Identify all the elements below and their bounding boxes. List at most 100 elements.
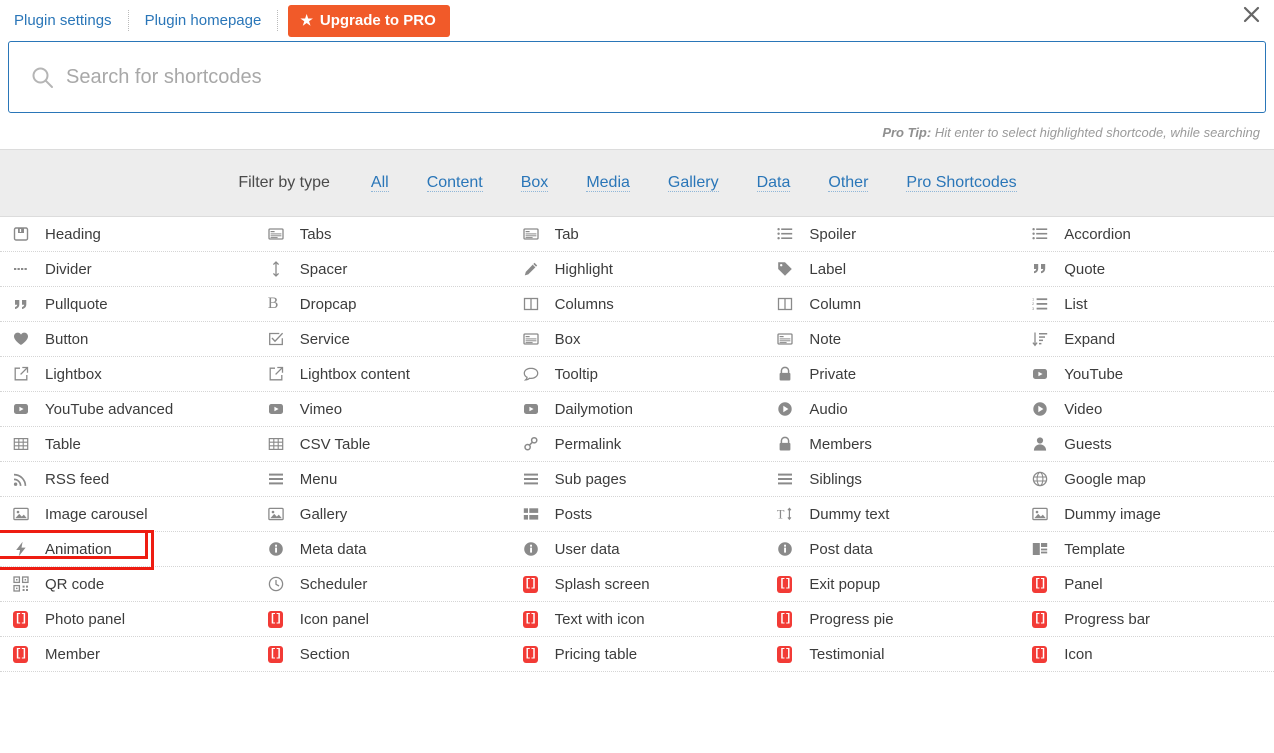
filter-link-box[interactable]: Box — [520, 174, 549, 192]
shortcode-item-testimonial[interactable]: [] Testimonial — [764, 637, 1019, 671]
shortcode-item-photo-panel[interactable]: [] Photo panel — [0, 602, 255, 636]
filter-link-media[interactable]: Media — [586, 174, 630, 192]
shortcode-item-button[interactable]: Button — [0, 322, 255, 356]
shortcode-item-member[interactable]: [] Member — [0, 637, 255, 671]
close-icon[interactable] — [1237, 0, 1265, 28]
shortcode-item-animation-highlighted[interactable]: Animation — [0, 530, 255, 570]
shortcode-item-lightbox-content[interactable]: Lightbox content — [255, 357, 510, 391]
pro-badge-icon: [] — [522, 645, 545, 663]
shortcode-item-pricing-table[interactable]: [] Pricing table — [510, 637, 765, 671]
shortcode-item-members[interactable]: Members — [764, 427, 1019, 461]
filter-link-all[interactable]: All — [370, 174, 389, 192]
shortcode-item-spacer[interactable]: Spacer — [255, 252, 510, 286]
shortcode-item-section[interactable]: [] Section — [255, 637, 510, 671]
shortcode-item-private[interactable]: Private — [764, 357, 1019, 391]
upgrade-button-label: Upgrade to PRO — [319, 11, 436, 29]
plugin-homepage-link[interactable]: Plugin homepage — [139, 12, 268, 29]
filter-link-content[interactable]: Content — [426, 174, 483, 192]
shortcode-item-permalink[interactable]: Permalink — [510, 427, 765, 461]
shortcode-item-meta-data[interactable]: Meta data — [255, 532, 510, 566]
shortcode-item-template[interactable]: Template — [1019, 532, 1274, 566]
heart-icon — [13, 331, 35, 347]
filter-link-data[interactable]: Data — [756, 174, 791, 192]
svg-text:3: 3 — [1032, 306, 1035, 311]
shortcode-item-gallery[interactable]: Gallery — [255, 497, 510, 531]
shortcode-item-exit-popup[interactable]: [] Exit popup — [764, 567, 1019, 601]
user-icon — [1032, 436, 1054, 452]
filter-link-pro-shortcodes[interactable]: Pro Shortcodes — [906, 174, 1017, 192]
shortcode-item-label: Service — [299, 330, 350, 348]
shortcode-item-table[interactable]: Table — [0, 427, 255, 461]
shortcode-item-icon[interactable]: [] Icon — [1019, 637, 1274, 671]
upgrade-to-pro-button[interactable]: ★ Upgrade to PRO — [288, 4, 450, 37]
shortcode-item-audio[interactable]: Audio — [764, 392, 1019, 426]
shortcode-item-label: Accordion — [1064, 225, 1131, 243]
shortcode-item-list[interactable]: 1 2 3 List — [1019, 287, 1274, 321]
clock-icon — [268, 576, 290, 592]
shortcode-item-tooltip[interactable]: Tooltip — [510, 357, 765, 391]
shortcode-item-rss-feed[interactable]: RSS feed — [0, 462, 255, 496]
shortcode-item-icon-panel[interactable]: [] Icon panel — [255, 602, 510, 636]
info-icon — [268, 541, 290, 557]
shortcode-item-heading[interactable]: Heading — [0, 217, 255, 251]
shortcode-item-pullquote[interactable]: Pullquote — [0, 287, 255, 321]
search-box[interactable] — [8, 41, 1266, 113]
shortcode-item-tab[interactable]: Tab — [510, 217, 765, 251]
shortcode-item-siblings[interactable]: Siblings — [764, 462, 1019, 496]
plugin-settings-link[interactable]: Plugin settings — [8, 12, 118, 29]
tab-icon — [522, 226, 545, 242]
shortcode-item-youtube[interactable]: YouTube — [1019, 357, 1274, 391]
shortcode-item-google-map[interactable]: Google map — [1019, 462, 1274, 496]
pro-badge-icon: [] — [777, 645, 799, 663]
pro-badge-icon: [] — [777, 575, 799, 593]
shortcode-item-image-carousel[interactable]: Image carousel — [0, 497, 255, 531]
shortcode-item-csv-table[interactable]: CSV Table — [255, 427, 510, 461]
shortcode-item-dummy-text[interactable]: T Dummy text — [764, 497, 1019, 531]
shortcode-item-label: QR code — [45, 575, 105, 593]
shortcode-item-progress-bar[interactable]: [] Progress bar — [1019, 602, 1274, 636]
shortcode-item-menu[interactable]: Menu — [255, 462, 510, 496]
shortcode-item-posts[interactable]: Posts — [510, 497, 765, 531]
search-input[interactable] — [64, 64, 1265, 90]
shortcode-item-accordion[interactable]: Accordion — [1019, 217, 1274, 251]
shortcode-item-dailymotion[interactable]: Dailymotion — [510, 392, 765, 426]
filter-link-other[interactable]: Other — [828, 174, 869, 192]
shortcode-item-spoiler[interactable]: Spoiler — [764, 217, 1019, 251]
shortcode-item-quote[interactable]: Quote — [1019, 252, 1274, 286]
shortcode-item-columns[interactable]: Columns — [510, 287, 765, 321]
shortcode-item-dropcap[interactable]: B Dropcap — [255, 287, 510, 321]
shortcode-item-sub-pages[interactable]: Sub pages — [510, 462, 765, 496]
shortcode-item-label: Progress bar — [1064, 610, 1151, 628]
shortcode-item-youtube-advanced[interactable]: YouTube advanced — [0, 392, 255, 426]
shortcode-item-tabs[interactable]: Tabs — [255, 217, 510, 251]
check-square-icon — [268, 331, 290, 347]
filter-link-gallery[interactable]: Gallery — [667, 174, 719, 192]
shortcode-item-progress-pie[interactable]: [] Progress pie — [764, 602, 1019, 636]
lock-icon — [777, 436, 799, 452]
shortcode-item-highlight[interactable]: Highlight — [510, 252, 765, 286]
pro-badge-icon: [] — [13, 610, 35, 628]
shortcode-item-panel[interactable]: [] Panel — [1019, 567, 1274, 601]
shortcode-item-box[interactable]: Box — [510, 322, 765, 356]
shortcode-item-scheduler[interactable]: Scheduler — [255, 567, 510, 601]
shortcode-item-video[interactable]: Video — [1019, 392, 1274, 426]
shortcode-item-vimeo[interactable]: Vimeo — [255, 392, 510, 426]
shortcode-item-guests[interactable]: Guests — [1019, 427, 1274, 461]
shortcode-item-post-data[interactable]: Post data — [764, 532, 1019, 566]
shortcode-item-dummy-image[interactable]: Dummy image — [1019, 497, 1274, 531]
pro-tip-body: Hit enter to select highlighted shortcod… — [931, 125, 1260, 140]
external-link-icon — [268, 366, 290, 382]
shortcode-item-column[interactable]: Column — [764, 287, 1019, 321]
shortcode-item-label[interactable]: Label — [764, 252, 1019, 286]
shortcode-item-qr-code[interactable]: QR code — [0, 567, 255, 601]
shortcode-item-text-with-icon[interactable]: [] Text with icon — [510, 602, 765, 636]
image-icon — [268, 506, 290, 522]
shortcode-item-expand[interactable]: Expand — [1019, 322, 1274, 356]
youtube-icon — [1032, 366, 1054, 382]
shortcode-item-note[interactable]: Note — [764, 322, 1019, 356]
shortcode-item-divider[interactable]: Divider — [0, 252, 255, 286]
shortcode-item-service[interactable]: Service — [255, 322, 510, 356]
shortcode-item-user-data[interactable]: User data — [510, 532, 765, 566]
shortcode-item-lightbox[interactable]: Lightbox — [0, 357, 255, 391]
shortcode-item-splash-screen[interactable]: [] Splash screen — [510, 567, 765, 601]
